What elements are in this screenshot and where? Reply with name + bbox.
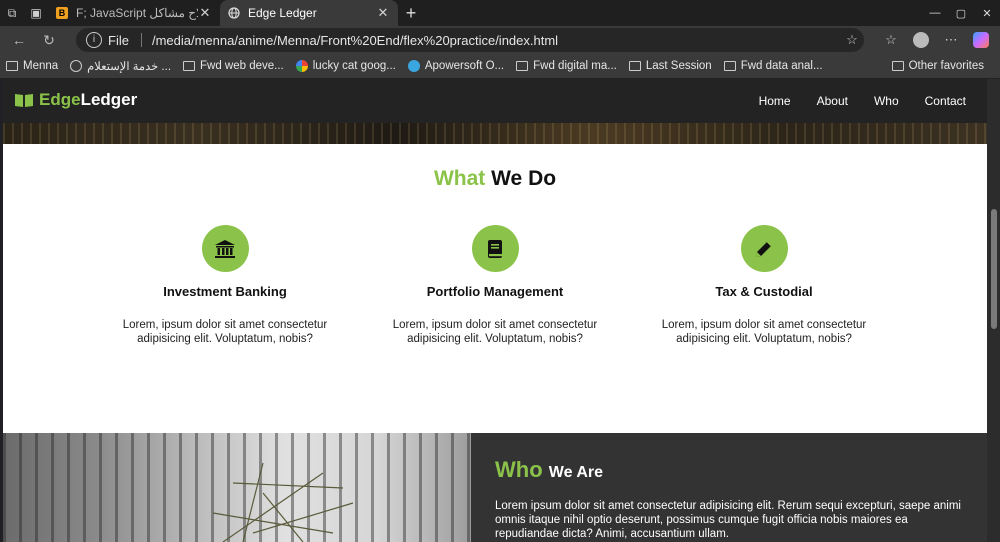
bookmark-label: Fwd web deve... — [200, 60, 284, 72]
browser-tab-bar: ⧉ ▣ B F; JavaScript إصلاح مشاكل ✕ Edge L… — [0, 0, 1000, 26]
globe-icon — [70, 60, 83, 72]
book-icon — [471, 225, 519, 272]
nav-home[interactable]: Home — [759, 94, 791, 108]
other-favorites[interactable]: Other favorites — [886, 54, 990, 78]
bookmark-label: Last Session — [645, 60, 712, 72]
open-book-icon — [15, 94, 33, 107]
logo-edge: Edge — [39, 90, 81, 109]
new-tab-button[interactable]: + — [398, 3, 424, 24]
nav-who[interactable]: Who — [874, 94, 899, 108]
apowersoft-icon — [407, 60, 420, 72]
window-controls: — ▢ ✕ — [922, 0, 1000, 26]
info-icon[interactable]: i — [86, 32, 102, 48]
bookmark-menna[interactable]: Menna — [0, 54, 64, 78]
bookmark-fwd-web[interactable]: Fwd web deve... — [177, 54, 290, 78]
url-text[interactable]: /media/menna/anime/Menna/Front%20End/fle… — [152, 33, 840, 48]
globe-icon — [228, 7, 240, 19]
bookmark-label: Apowersoft O... — [424, 60, 505, 72]
logo-ledger: Ledger — [80, 90, 138, 109]
minimize-icon[interactable]: — — [922, 0, 948, 26]
tab-title: Edge Ledger — [248, 6, 317, 20]
nav-about[interactable]: About — [817, 94, 848, 108]
scrollbar-thumb[interactable] — [991, 209, 997, 329]
service-portfolio-management: Portfolio Management Lorem, ipsum dolor … — [375, 225, 615, 346]
who-we-are-text: Lorem ipsum dolor sit amet consectetur a… — [495, 500, 961, 540]
close-tab-icon[interactable]: ✕ — [198, 5, 212, 21]
address-separator — [140, 33, 142, 47]
tab-edge-ledger[interactable]: Edge Ledger ✕ — [220, 0, 398, 26]
profile-avatar[interactable] — [913, 32, 929, 48]
service-title: Investment Banking — [163, 284, 287, 299]
scheme-label: File — [108, 32, 129, 48]
bookmark-label: خدمة الإستعلام ... — [87, 61, 172, 73]
tab-actions-icon[interactable]: ▣ — [24, 1, 48, 25]
service-tax-custodial: Tax & Custodial Lorem, ipsum dolor sit a… — [644, 225, 884, 346]
tab-javascript[interactable]: B F; JavaScript إصلاح مشاكل ✕ — [48, 0, 220, 26]
what-we-do-title: What We Do — [3, 167, 987, 191]
hero-image — [3, 123, 987, 144]
service-title: Tax & Custodial — [715, 284, 813, 299]
title-accent: What — [433, 167, 486, 190]
bookmark-label: lucky cat goog... — [312, 60, 396, 72]
bookmark-label: Other favorites — [908, 60, 984, 72]
bookmark-apowersoft[interactable]: Apowersoft O... — [402, 54, 510, 78]
folder-icon — [891, 61, 904, 71]
back-icon[interactable]: ← — [4, 27, 34, 53]
refresh-icon[interactable]: ↻ — [34, 27, 64, 53]
service-text: Lorem, ipsum dolor sit amet consectetur … — [661, 319, 867, 345]
bookmark-lucky-cat[interactable]: lucky cat goog... — [290, 54, 402, 78]
page-viewport: Edge Ledger Home About Who Contact What W… — [3, 79, 987, 542]
copilot-icon[interactable] — [973, 32, 989, 48]
workspaces-icon[interactable]: ⧉ — [0, 1, 24, 25]
service-investment-banking: Investment Banking Lorem, ipsum dolor si… — [105, 225, 345, 346]
title-accent: Who — [495, 457, 543, 482]
pencil-icon — [740, 225, 788, 272]
bookmark-label: Menna — [23, 60, 59, 72]
title-rest: We Do — [491, 167, 557, 190]
folder-icon — [628, 61, 641, 71]
site-header: Edge Ledger Home About Who Contact — [3, 79, 987, 123]
page-scrollbar[interactable] — [987, 79, 1000, 542]
blogger-icon: B — [56, 7, 68, 19]
bank-icon — [201, 225, 249, 272]
bookmarks-bar: Menna خدمة الإستعلام ... Fwd web deve...… — [0, 54, 1000, 78]
service-text: Lorem, ipsum dolor sit amet consectetur … — [122, 319, 328, 345]
close-window-icon[interactable]: ✕ — [974, 0, 1000, 26]
more-icon[interactable]: ⋯ — [936, 32, 966, 48]
title-rest: We Are — [548, 464, 604, 481]
site-logo[interactable]: Edge Ledger — [14, 90, 137, 110]
tab-prefix: F; — [76, 6, 87, 20]
tab-title: JavaScript إصلاح مشاكل — [90, 6, 198, 20]
bookmark-fwd-digital[interactable]: Fwd digital ma... — [510, 54, 623, 78]
service-title: Portfolio Management — [426, 284, 564, 299]
bookmark-label: Fwd digital ma... — [533, 60, 617, 72]
folder-icon — [6, 61, 18, 71]
nav-contact[interactable]: Contact — [925, 94, 966, 108]
favorite-star-icon[interactable]: ☆ — [840, 32, 864, 48]
bookmark-inquiry[interactable]: خدمة الإستعلام ... — [64, 54, 177, 78]
toolbar-right: ☆ ⋯ — [876, 28, 996, 52]
google-icon — [295, 60, 308, 72]
browser-toolbar: ← ↻ i File /media/menna/anime/Menna/Fron… — [0, 26, 1000, 54]
who-we-are-title: Who We Are — [495, 457, 603, 483]
folder-icon — [723, 61, 736, 71]
office-image — [3, 433, 471, 542]
bookmark-fwd-data[interactable]: Fwd data anal... — [718, 54, 829, 78]
folder-icon — [516, 61, 529, 71]
service-text: Lorem, ipsum dolor sit amet consectetur … — [392, 319, 598, 345]
address-bar[interactable]: i File /media/menna/anime/Menna/Front%20… — [76, 28, 864, 52]
who-we-are-section: Who We Are Lorem ipsum dolor sit amet co… — [3, 433, 987, 542]
close-tab-icon[interactable]: ✕ — [376, 5, 390, 21]
site-nav: Home About Who Contact — [733, 79, 966, 123]
folder-icon — [183, 61, 196, 71]
bookmark-label: Fwd data anal... — [740, 60, 823, 72]
bookmark-last-session[interactable]: Last Session — [623, 54, 718, 78]
favorites-icon[interactable]: ☆ — [876, 32, 906, 48]
maximize-icon[interactable]: ▢ — [948, 0, 974, 26]
